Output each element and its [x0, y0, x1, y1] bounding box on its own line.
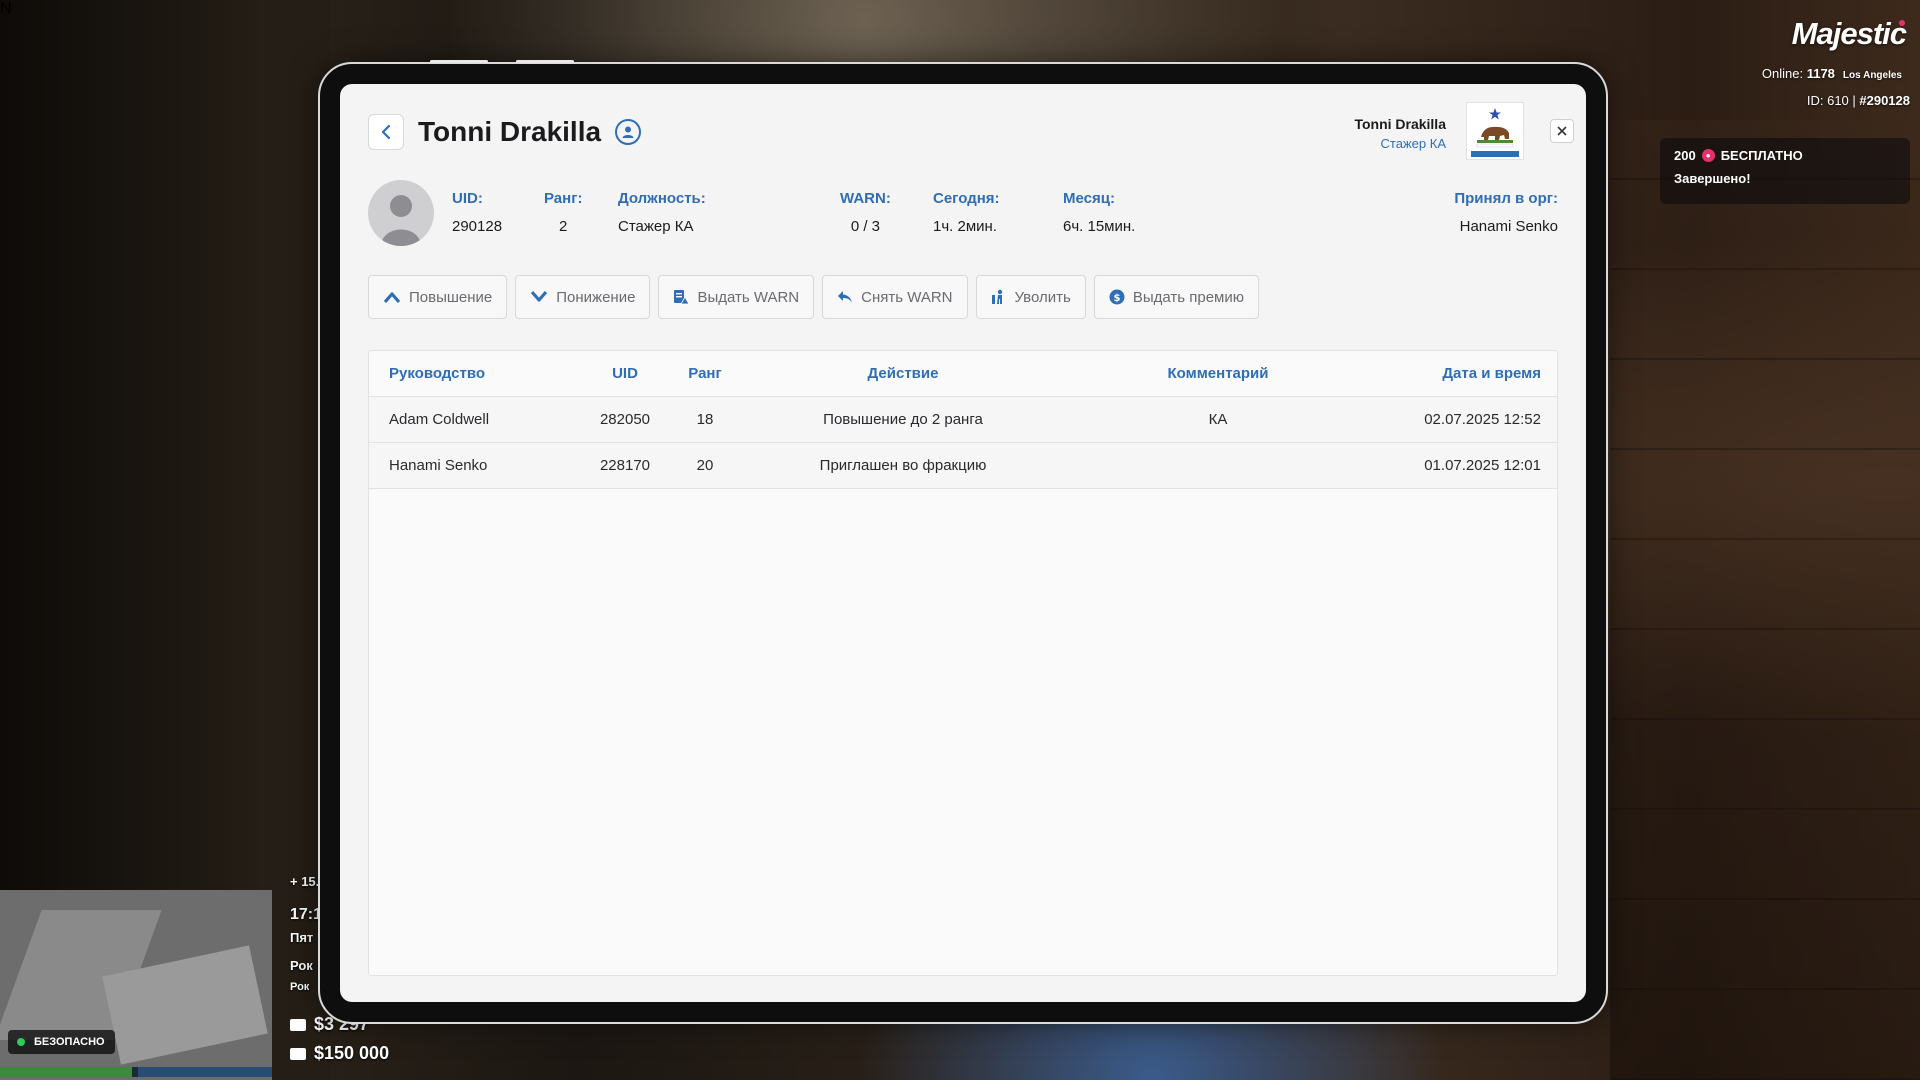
- chevron-left-icon: [381, 124, 391, 140]
- online-counter: Online: 1178 Los Angeles: [1761, 66, 1902, 81]
- history-table: Руководство UID Ранг Действие Комментари…: [368, 350, 1558, 976]
- info-accepted-by: Принял в орг: Hanami Senko: [1454, 190, 1558, 235]
- promo-notification: 200 ● БЕСПЛАТНО Завершено!: [1660, 138, 1910, 204]
- page-header: Tonni Drakilla: [368, 114, 642, 150]
- hud-delta: + 15.: [290, 874, 320, 889]
- close-icon: [1557, 126, 1567, 136]
- coin-icon: ●: [1701, 149, 1715, 162]
- back-button[interactable]: [368, 114, 404, 150]
- col-rank: Ранг: [688, 365, 722, 382]
- chevron-down-icon: [531, 290, 548, 302]
- org-flag-icon: [1466, 102, 1524, 160]
- hud-bank: $150 000: [290, 1043, 389, 1064]
- info-rank: Ранг: 2: [544, 190, 583, 235]
- info-today: Сегодня: 1ч. 2мин.: [933, 190, 1000, 235]
- tablet-screen: Tonni Drakilla Tonni Drakilla Стажер КА: [340, 84, 1586, 1002]
- give-warn-button[interactable]: Выдать WARN: [658, 275, 815, 319]
- col-uid: UID: [612, 365, 638, 382]
- hud-location-sub: Рок: [290, 981, 310, 993]
- table-row[interactable]: Adam Coldwell 282050 18 Повышение до 2 р…: [369, 397, 1557, 443]
- info-uid: UID: 290128: [452, 190, 503, 235]
- card-icon: [290, 1048, 306, 1060]
- hud-day: Пят: [290, 930, 314, 945]
- info-position: Должность: Стажер КА: [618, 190, 706, 235]
- player-id: ID: 610 | #290128: [1806, 93, 1910, 108]
- tablet-frame: Tonni Drakilla Tonni Drakilla Стажер КА: [318, 60, 1608, 1024]
- remove-warn-button[interactable]: Снять WARN: [822, 275, 968, 319]
- org-member-info: Tonni Drakilla Стажер КА: [1354, 116, 1446, 151]
- avatar: [368, 180, 434, 246]
- demote-button[interactable]: Понижение: [515, 275, 651, 319]
- col-leader: Руководство: [389, 365, 486, 382]
- cash-icon: [290, 1019, 306, 1031]
- health-armor-bar: [0, 1067, 272, 1077]
- promote-button[interactable]: Повышение: [368, 275, 508, 319]
- action-toolbar: Повышение Понижение Выдать WARN Снять WA…: [368, 275, 1259, 319]
- document-warning-icon: [674, 290, 690, 305]
- hud-location: Рок: [290, 958, 313, 973]
- brand-logo: Majestic: [1791, 16, 1907, 51]
- table-row[interactable]: Hanami Senko 228170 20 Приглашен во фрак…: [369, 443, 1557, 489]
- undo-icon: [838, 291, 853, 303]
- safe-zone-badge: БЕЗОПАСНО: [8, 1030, 115, 1054]
- col-datetime: Дата и время: [1442, 365, 1541, 382]
- dollar-coin-icon: $: [1109, 289, 1125, 305]
- chevron-up-icon: [383, 292, 401, 304]
- info-warn: WARN: 0 / 3: [840, 190, 891, 235]
- background-right: [1610, 120, 1920, 1080]
- info-month: Месяц: 6ч. 15мин.: [1063, 190, 1136, 235]
- col-action: Действие: [867, 365, 939, 382]
- close-button[interactable]: [1550, 119, 1574, 143]
- svg-text:$: $: [1113, 293, 1120, 304]
- give-bonus-button[interactable]: $ Выдать премию: [1093, 275, 1259, 319]
- page-title: Tonni Drakilla: [418, 116, 602, 147]
- user-profile-icon[interactable]: [615, 119, 642, 145]
- col-comment: Комментарий: [1167, 365, 1269, 382]
- table-header: Руководство UID Ранг Действие Комментари…: [369, 351, 1557, 397]
- user-exit-icon: [991, 289, 1002, 304]
- fire-button[interactable]: Уволить: [975, 275, 1086, 319]
